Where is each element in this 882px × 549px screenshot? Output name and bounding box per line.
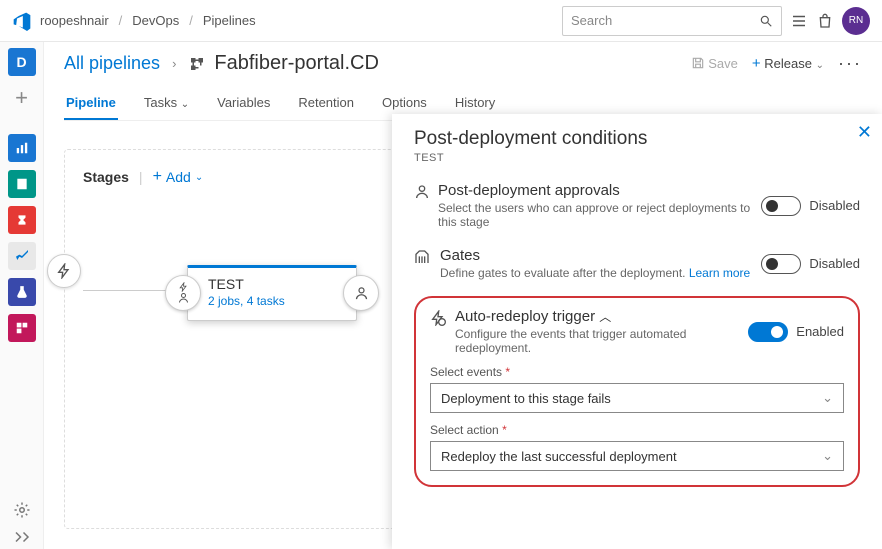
pipeline-name: Fabfiber-portal.CD [188,52,379,75]
auto-redeploy-desc: Configure the events that trigger automa… [455,327,748,355]
rail-item-artifacts[interactable] [8,206,36,234]
pipeline-icon [188,55,206,73]
collapse-icon[interactable] [13,531,31,543]
trigger-icon [430,310,447,326]
breadcrumb: roopeshnair / DevOps / Pipelines [40,13,256,28]
search-placeholder: Search [571,13,612,28]
person-icon [414,184,430,200]
gates-desc: Define gates to evaluate after the deplo… [440,266,750,280]
chevron-down-icon: ⌄ [822,448,833,464]
gates-toggle[interactable] [761,254,801,274]
gates-icon [414,249,432,265]
post-deployment-panel: ✕ Post-deployment conditions TEST Post-d… [392,114,882,549]
approvals-title: Post-deployment approvals [438,182,761,199]
save-button[interactable]: Save [691,56,738,71]
select-events-label: Select events * [430,365,844,379]
tab-tasks[interactable]: Tasks ⌄ [142,87,191,120]
stage-name: TEST [208,276,336,292]
tab-retention[interactable]: Retention [296,87,356,120]
breadcrumb-area[interactable]: Pipelines [203,13,256,28]
rail-project-icon[interactable]: D [8,48,36,76]
more-actions-button[interactable]: ··· [838,53,862,74]
breadcrumb-project[interactable]: DevOps [132,13,179,28]
settings-icon[interactable] [13,501,31,519]
select-action-label: Select action * [430,423,844,437]
shopping-bag-icon[interactable] [816,12,834,30]
avatar[interactable]: RN [842,7,870,35]
global-header: roopeshnair / DevOps / Pipelines Search … [0,0,882,42]
stages-heading: Stages [83,169,129,185]
chevron-up-icon: ︿ [599,310,611,324]
rail-item-pipelines-active[interactable] [8,242,36,270]
all-pipelines-link[interactable]: All pipelines [64,53,160,74]
stage-card-test[interactable]: TEST 2 jobs, 4 tasks [187,265,357,321]
auto-redeploy-title[interactable]: Auto-redeploy trigger ︿ [455,308,748,325]
rail-item-overview[interactable] [8,314,36,342]
rail-add-icon[interactable]: + [8,84,36,112]
chevron-down-icon: ⌄ [822,390,833,406]
panel-title: Post-deployment conditions [414,128,860,150]
left-nav-rail: D + [0,42,44,549]
select-action-dropdown[interactable]: Redeploy the last successful deployment … [430,441,844,471]
gates-title: Gates [440,247,750,264]
select-events-dropdown[interactable]: Deployment to this stage fails ⌄ [430,383,844,413]
gates-state: Disabled [809,256,860,271]
approvals-toggle[interactable] [761,196,801,216]
rail-item-testplans[interactable] [8,278,36,306]
page-title-bar: All pipelines › Fabfiber-portal.CD Save … [64,52,862,75]
section-approvals: Post-deployment approvals Select the use… [414,182,860,229]
approvals-desc: Select the users who can approve or reje… [438,201,761,229]
panel-stage-label: TEST [414,152,860,164]
stage-test-group: TEST 2 jobs, 4 tasks [165,265,379,321]
search-icon [759,14,773,28]
chevron-right-icon: › [172,56,176,71]
tab-pipeline[interactable]: Pipeline [64,87,118,120]
azure-devops-logo-icon [12,11,32,31]
close-icon[interactable]: ✕ [857,122,872,143]
gates-learn-more-link[interactable]: Learn more [689,266,750,280]
release-button[interactable]: + Release ⌄ [752,55,824,72]
approvals-state: Disabled [809,198,860,213]
tab-variables[interactable]: Variables [215,87,272,120]
rail-item-repos[interactable] [8,170,36,198]
post-deployment-conditions-button[interactable] [343,275,379,311]
pre-deployment-conditions-button[interactable] [165,275,201,311]
auto-redeploy-state: Enabled [796,324,844,339]
artifact-trigger-node[interactable] [47,254,81,288]
section-gates: Gates Define gates to evaluate after the… [414,247,860,280]
list-icon[interactable] [790,12,808,30]
section-auto-redeploy: Auto-redeploy trigger ︿ Configure the ev… [414,296,860,487]
search-input[interactable]: Search [562,6,782,36]
add-stage-button[interactable]: + Add ⌄ [153,168,204,186]
stage-jobs-link[interactable]: 2 jobs, 4 tasks [208,294,336,308]
auto-redeploy-toggle[interactable] [748,322,788,342]
rail-item-boards[interactable] [8,134,36,162]
breadcrumb-org[interactable]: roopeshnair [40,13,109,28]
